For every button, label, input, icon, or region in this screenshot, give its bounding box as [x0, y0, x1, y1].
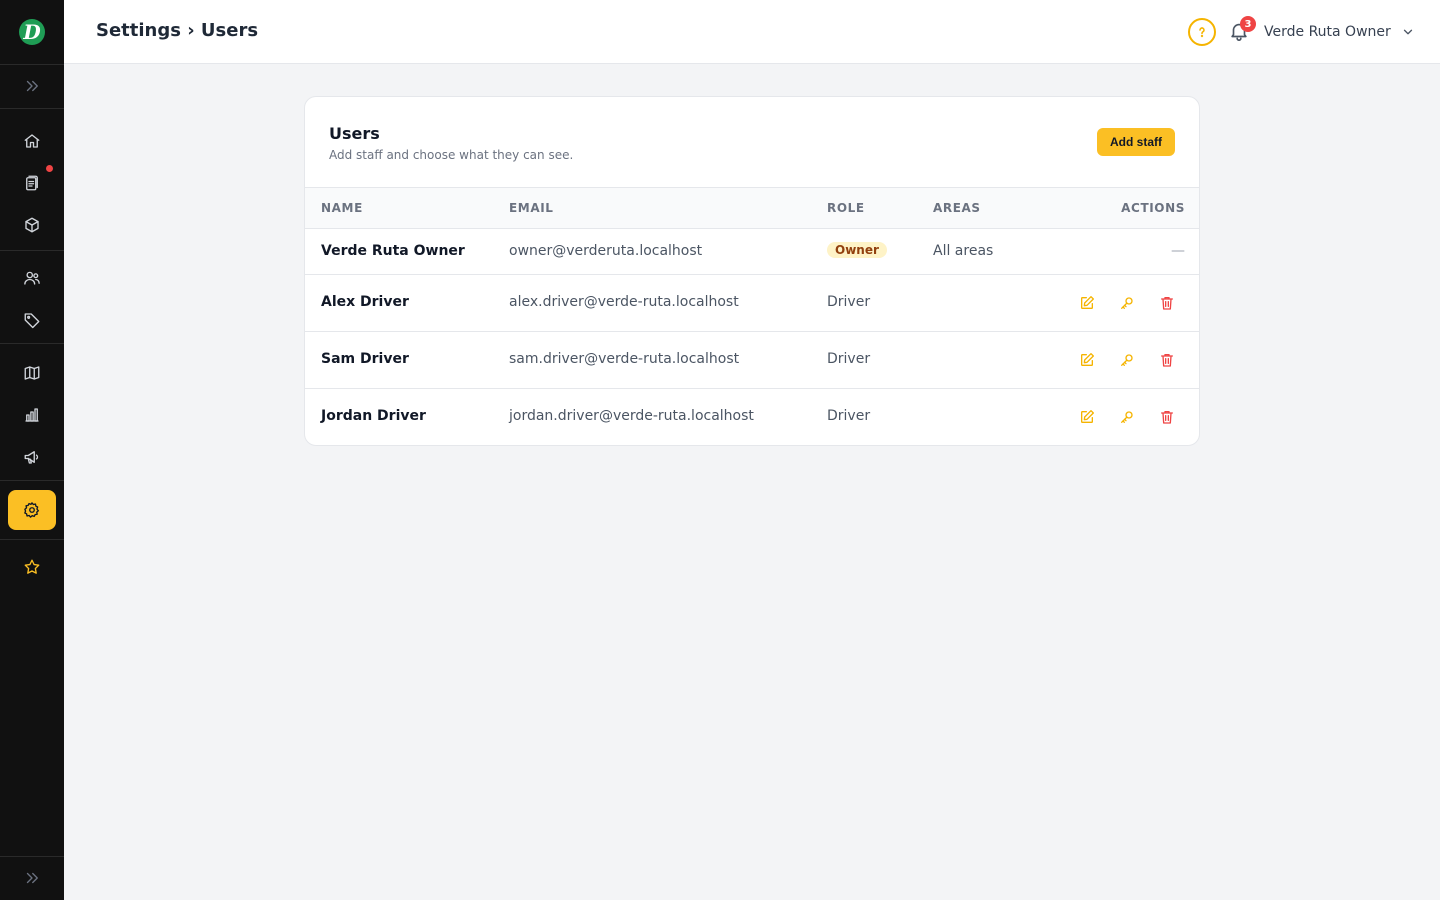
areas-cell: All areas [933, 243, 994, 259]
clipboard-list-icon [26, 175, 38, 191]
key-icon [1121, 297, 1133, 309]
star-icon [24, 559, 40, 574]
sidebar-divider [0, 539, 64, 540]
edit-user-button[interactable] [1076, 406, 1098, 428]
delete-user-button[interactable] [1156, 292, 1178, 314]
orders-notification-dot [46, 165, 53, 172]
edit-icon [1081, 410, 1094, 423]
column-header-actions: ACTIONS [1121, 201, 1185, 215]
user-name-cell: Jordan Driver [321, 408, 426, 424]
user-menu[interactable]: Verde Ruta Owner [1264, 20, 1415, 44]
sidebar-collapse-button[interactable] [8, 858, 56, 898]
help-button[interactable] [1188, 18, 1216, 46]
sidebar-item-tags[interactable] [8, 300, 56, 340]
user-name: Verde Ruta Owner [1264, 24, 1391, 40]
table-row: Verde Ruta Owner owner@verderuta.localho… [305, 229, 1199, 275]
logo-mark: D [19, 19, 45, 45]
key-icon [1121, 354, 1133, 366]
sidebar-expand-button[interactable] [8, 66, 56, 106]
user-name-cell: Sam Driver [321, 351, 409, 367]
card-subtitle: Add staff and choose what they can see. [329, 148, 574, 162]
sidebar-divider [0, 108, 64, 109]
gear-icon [24, 502, 40, 518]
table-row: Sam Driver sam.driver@verde-ruta.localho… [305, 332, 1199, 389]
sidebar-divider [0, 856, 64, 857]
sidebar-item-customers[interactable] [8, 258, 56, 298]
edit-icon [1081, 296, 1094, 309]
tag-icon [24, 313, 40, 329]
role-cell: Driver [827, 294, 871, 310]
user-email-cell: owner@verderuta.localhost [509, 243, 703, 259]
no-actions-dash: — [1171, 243, 1185, 259]
sidebar-divider [0, 480, 64, 481]
sidebar-item-products[interactable] [8, 205, 56, 245]
question-mark-icon [1199, 27, 1205, 38]
chevron-down-icon [1403, 29, 1412, 35]
card-header: Users Add staff and choose what they can… [305, 97, 1199, 188]
edit-user-button[interactable] [1076, 349, 1098, 371]
app-logo[interactable]: D [0, 0, 64, 64]
user-email-cell: alex.driver@verde-ruta.localhost [509, 294, 739, 310]
role-badge: Owner [827, 242, 887, 258]
add-staff-button[interactable]: Add staff [1097, 128, 1175, 156]
column-header-role: ROLE [827, 201, 865, 215]
user-email-cell: jordan.driver@verde-ruta.localhost [509, 408, 754, 424]
sidebar: D [0, 0, 64, 900]
trash-icon [1161, 411, 1173, 424]
table-row: Jordan Driver jordan.driver@verde-ruta.l… [305, 389, 1199, 445]
page-title: Settings › Users [96, 20, 259, 41]
edit-user-button[interactable] [1076, 292, 1098, 314]
reset-password-button[interactable] [1116, 349, 1138, 371]
top-bar: Settings › Users 3 Verde Ruta Owner [64, 0, 1440, 64]
double-chevron-right-icon [26, 80, 38, 92]
map-icon [24, 366, 40, 380]
sidebar-item-settings[interactable] [8, 490, 56, 530]
reset-password-button[interactable] [1116, 292, 1138, 314]
home-icon [24, 134, 40, 148]
double-chevron-right-icon [26, 872, 38, 884]
sidebar-divider [0, 250, 64, 251]
users-card: Users Add staff and choose what they can… [304, 96, 1200, 446]
sidebar-item-map[interactable] [8, 353, 56, 393]
sidebar-divider [0, 64, 64, 65]
sidebar-item-reports[interactable] [8, 395, 56, 435]
sidebar-item-marketing[interactable] [8, 437, 56, 477]
trash-icon [1161, 354, 1173, 367]
column-header-email: EMAIL [509, 201, 554, 215]
sidebar-item-home[interactable] [8, 121, 56, 161]
trash-icon [1161, 297, 1173, 310]
sidebar-divider [0, 343, 64, 344]
users-icon [24, 271, 40, 285]
delete-user-button[interactable] [1156, 406, 1178, 428]
table-header: NAME EMAIL ROLE AREAS ACTIONS [305, 188, 1199, 229]
notification-count-badge: 3 [1240, 16, 1256, 32]
card-title: Users [329, 124, 380, 143]
role-cell: Driver [827, 351, 871, 367]
user-name-cell: Verde Ruta Owner [321, 243, 465, 259]
key-icon [1121, 411, 1133, 423]
package-icon [25, 217, 39, 233]
role-cell: Owner [827, 242, 887, 258]
column-header-name: NAME [321, 201, 363, 215]
table-row: Alex Driver alex.driver@verde-ruta.local… [305, 275, 1199, 332]
user-email-cell: sam.driver@verde-ruta.localhost [509, 351, 740, 367]
user-name-cell: Alex Driver [321, 294, 409, 310]
reset-password-button[interactable] [1116, 406, 1138, 428]
sidebar-item-favorites[interactable] [8, 547, 56, 587]
edit-icon [1081, 353, 1094, 366]
bar-chart-icon [25, 408, 39, 422]
delete-user-button[interactable] [1156, 349, 1178, 371]
role-cell: Driver [827, 408, 871, 424]
megaphone-icon [24, 451, 39, 464]
column-header-areas: AREAS [933, 201, 981, 215]
